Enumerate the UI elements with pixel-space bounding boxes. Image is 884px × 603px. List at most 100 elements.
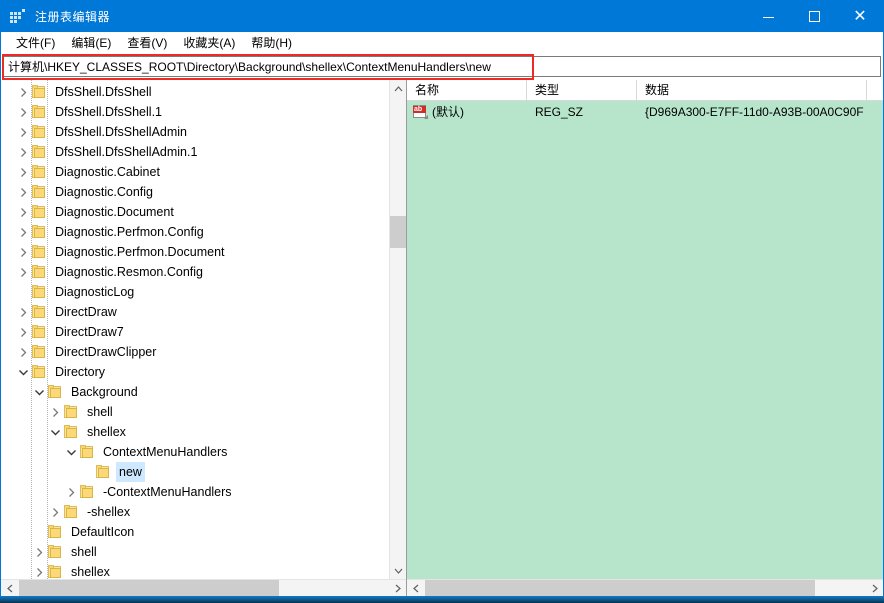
chevron-right-icon[interactable]	[63, 482, 79, 502]
tree-item-label: DirectDrawClipper	[52, 342, 159, 362]
tree-item-label: new	[116, 462, 145, 482]
folder-icon	[95, 464, 111, 480]
chevron-right-icon[interactable]	[15, 322, 31, 342]
column-name[interactable]: 名称	[407, 80, 527, 100]
folder-icon	[63, 504, 79, 520]
tree-item-label: shell	[68, 542, 100, 562]
folder-icon	[31, 364, 47, 380]
values-hscroll-thumb[interactable]	[425, 580, 815, 596]
window-controls: ✕	[745, 1, 883, 32]
folder-icon	[31, 204, 47, 220]
chevron-right-icon[interactable]	[31, 562, 47, 579]
chevron-right-icon[interactable]	[15, 262, 31, 282]
values-column-header: 名称 类型 数据	[407, 80, 883, 101]
chevron-right-icon[interactable]	[47, 402, 63, 422]
tree-vertical-scrollbar[interactable]	[389, 80, 406, 579]
chevron-right-icon[interactable]	[15, 142, 31, 162]
tree-item-label: Diagnostic.Config	[52, 182, 156, 202]
tree-item-diagnosticlog[interactable]: DiagnosticLog	[1, 282, 380, 302]
registry-tree-pane: DfsShell.DfsShellDfsShell.DfsShell.1DfsS…	[1, 80, 407, 596]
folder-icon	[31, 184, 47, 200]
chevron-right-icon[interactable]	[15, 242, 31, 262]
chevron-right-icon[interactable]	[15, 202, 31, 222]
chevron-down-icon[interactable]	[31, 382, 47, 402]
tree-item-diagnostic-resmon-config[interactable]: Diagnostic.Resmon.Config	[1, 262, 380, 282]
column-data[interactable]: 数据	[637, 80, 867, 100]
folder-icon	[47, 384, 63, 400]
tree-item-shell[interactable]: shell	[1, 542, 380, 562]
tree-item-label: Diagnostic.Resmon.Config	[52, 262, 206, 282]
address-input[interactable]: 计算机\HKEY_CLASSES_ROOT\Directory\Backgrou…	[3, 56, 881, 77]
close-button[interactable]: ✕	[837, 1, 883, 32]
chevron-down-icon[interactable]	[63, 442, 79, 462]
tree-horizontal-scrollbar[interactable]	[1, 579, 406, 596]
tree-scroll-thumb[interactable]	[390, 216, 406, 248]
tree-item-contextmenuhandlers[interactable]: ContextMenuHandlers	[1, 442, 380, 462]
values-scroll-right-button[interactable]	[866, 580, 883, 596]
tree-item-label: DirectDraw7	[52, 322, 127, 342]
tree-item-defaulticon[interactable]: DefaultIcon	[1, 522, 380, 542]
chevron-down-icon[interactable]	[47, 422, 63, 442]
tree-item-diagnostic-cabinet[interactable]: Diagnostic.Cabinet	[1, 162, 380, 182]
menu-help[interactable]: 帮助(H)	[243, 32, 300, 54]
tree-item-contextmenuhandlers[interactable]: -ContextMenuHandlers	[1, 482, 380, 502]
menu-favorites[interactable]: 收藏夹(A)	[175, 32, 243, 54]
chevron-right-icon[interactable]	[15, 82, 31, 102]
chevron-right-icon[interactable]	[15, 342, 31, 362]
tree-hscroll-thumb[interactable]	[19, 580, 279, 596]
tree-item-background[interactable]: Background	[1, 382, 380, 402]
minimize-icon	[763, 17, 774, 18]
folder-icon	[79, 484, 95, 500]
values-scroll-left-button[interactable]	[407, 580, 424, 596]
tree-leaf-spacer	[79, 462, 95, 482]
tree-item-diagnostic-perfmon-document[interactable]: Diagnostic.Perfmon.Document	[1, 242, 380, 262]
column-type[interactable]: 类型	[527, 80, 637, 100]
tree-item-new[interactable]: new	[1, 462, 380, 482]
tree-item-shellex[interactable]: shellex	[1, 422, 380, 442]
title-bar[interactable]: 注册表编辑器 ✕	[1, 1, 883, 32]
tree-item-dfsshell-dfsshelladmin-1[interactable]: DfsShell.DfsShellAdmin.1	[1, 142, 380, 162]
tree-item-directory[interactable]: Directory	[1, 362, 380, 382]
tree-item-dfsshell-dfsshell[interactable]: DfsShell.DfsShell	[1, 82, 380, 102]
chevron-right-icon[interactable]	[47, 502, 63, 522]
tree-item-shellex[interactable]: shellex	[1, 562, 380, 579]
tree-scroll-up-button[interactable]	[390, 80, 406, 97]
chevron-right-icon[interactable]	[15, 302, 31, 322]
tree-item-diagnostic-perfmon-config[interactable]: Diagnostic.Perfmon.Config	[1, 222, 380, 242]
menu-view[interactable]: 查看(V)	[119, 32, 175, 54]
folder-icon	[47, 544, 63, 560]
minimize-button[interactable]	[745, 1, 791, 32]
tree-item-directdrawclipper[interactable]: DirectDrawClipper	[1, 342, 380, 362]
chevron-right-icon[interactable]	[15, 102, 31, 122]
tree-scroll-right-button[interactable]	[389, 580, 406, 596]
chevron-right-icon[interactable]	[15, 162, 31, 182]
tree-item-diagnostic-document[interactable]: Diagnostic.Document	[1, 202, 380, 222]
desktop-taskbar-edge	[0, 597, 884, 603]
tree-item-label: Diagnostic.Document	[52, 202, 177, 222]
chevron-right-icon[interactable]	[15, 182, 31, 202]
menu-edit[interactable]: 编辑(E)	[63, 32, 119, 54]
folder-icon	[31, 144, 47, 160]
maximize-button[interactable]	[791, 1, 837, 32]
value-row[interactable]: ab(默认)REG_SZ{D969A300-E7FF-11d0-A93B-00A…	[407, 101, 883, 122]
values-horizontal-scrollbar[interactable]	[407, 579, 883, 596]
tree-scroll-left-button[interactable]	[1, 580, 18, 596]
tree-scroll-down-button[interactable]	[390, 562, 406, 579]
tree-item-dfsshell-dfsshell-1[interactable]: DfsShell.DfsShell.1	[1, 102, 380, 122]
chevron-down-icon[interactable]	[15, 362, 31, 382]
tree-item-directdraw[interactable]: DirectDraw	[1, 302, 380, 322]
menu-file[interactable]: 文件(F)	[8, 32, 63, 54]
tree-item-directdraw7[interactable]: DirectDraw7	[1, 322, 380, 342]
chevron-right-icon[interactable]	[31, 542, 47, 562]
tree-item-dfsshell-dfsshelladmin[interactable]: DfsShell.DfsShellAdmin	[1, 122, 380, 142]
close-icon: ✕	[853, 9, 866, 25]
value-name-cell: ab(默认)	[407, 103, 527, 120]
tree-item-shell[interactable]: shell	[1, 402, 380, 422]
chevron-right-icon[interactable]	[15, 222, 31, 242]
address-bar-container: 计算机\HKEY_CLASSES_ROOT\Directory\Backgrou…	[1, 54, 883, 80]
tree-item-shellex[interactable]: -shellex	[1, 502, 380, 522]
tree-item-label: DefaultIcon	[68, 522, 137, 542]
tree-item-diagnostic-config[interactable]: Diagnostic.Config	[1, 182, 380, 202]
maximize-icon	[809, 11, 820, 22]
chevron-right-icon[interactable]	[15, 122, 31, 142]
